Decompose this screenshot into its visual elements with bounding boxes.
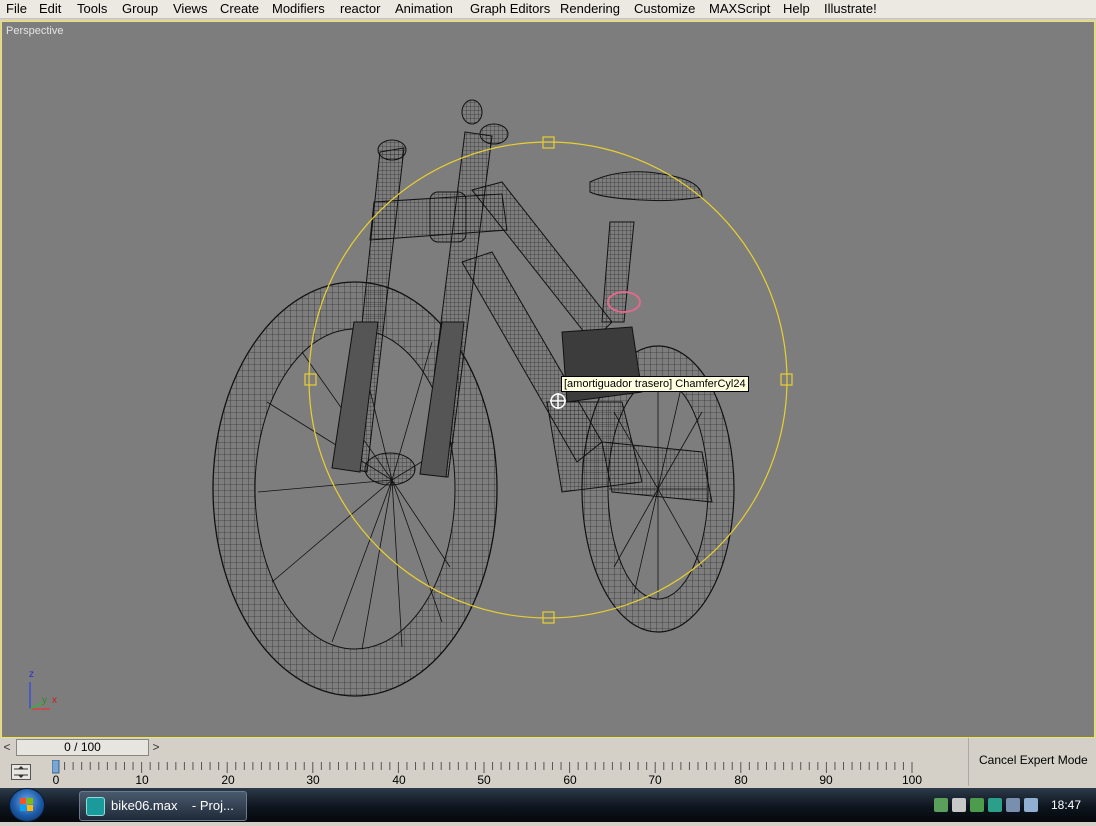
time-slider-next-button[interactable]: >	[150, 739, 162, 755]
menu-create[interactable]: Create	[220, 1, 259, 17]
time-slider-prev-button[interactable]: <	[1, 739, 13, 755]
tick-label: 10	[135, 773, 149, 787]
menu-edit[interactable]: Edit	[39, 1, 61, 17]
safely-remove-icon[interactable]	[970, 798, 984, 812]
3dsmax-app-icon	[86, 797, 105, 816]
time-slider[interactable]: < 0 / 100 >	[0, 738, 968, 757]
menu-maxscript[interactable]: MAXScript	[709, 1, 770, 17]
time-slider-thumb[interactable]: 0 / 100	[16, 739, 149, 756]
menu-file[interactable]: File	[6, 1, 27, 17]
expert-mode-panel: Cancel Expert Mode	[968, 738, 1096, 786]
app-tray-icon[interactable]	[988, 798, 1002, 812]
axis-z-label: z	[29, 669, 34, 680]
menu-tools[interactable]: Tools	[77, 1, 107, 17]
menu-customize[interactable]: Customize	[634, 1, 695, 17]
tick-label: 90	[819, 773, 833, 787]
system-tray: 18:47	[926, 791, 1096, 819]
axis-x-label: x	[52, 695, 57, 706]
volume-icon[interactable]	[952, 798, 966, 812]
tick-label: 40	[392, 773, 406, 787]
start-button[interactable]	[10, 789, 44, 821]
cancel-expert-mode-button[interactable]: Cancel Expert Mode	[979, 753, 1088, 767]
saddle[interactable]	[589, 171, 703, 202]
menu-modifiers[interactable]: Modifiers	[272, 1, 325, 17]
tick-label: 30	[306, 773, 320, 787]
taskbar-item-label: bike06.max - Proj...	[111, 798, 234, 813]
tick-label: 60	[563, 773, 577, 787]
menu-views[interactable]: Views	[173, 1, 207, 17]
menu-bar: File Edit Tools Group Views Create Modif…	[0, 0, 1096, 19]
tick-label: 20	[221, 773, 235, 787]
tick-label: 0	[52, 773, 60, 787]
tick-label: 100	[901, 773, 923, 787]
menu-animation[interactable]: Animation	[395, 1, 453, 17]
track-bar[interactable]: 0 10 20 30 40 50 60 70 80 90 100	[52, 760, 926, 787]
tick-label: 50	[477, 773, 491, 787]
object-tooltip: [amortiguador trasero] ChamferCyl24	[561, 376, 749, 392]
menu-illustrate[interactable]: Illustrate!	[824, 1, 877, 17]
taskbar-item-3dsmax[interactable]: bike06.max - Proj...	[79, 791, 247, 821]
bike-wireframe-model[interactable]	[2, 22, 1094, 737]
menu-help[interactable]: Help	[783, 1, 810, 17]
clock[interactable]: 18:47	[1051, 791, 1081, 819]
curve-editor-icon[interactable]	[11, 764, 31, 780]
windows-logo-icon	[20, 798, 33, 811]
taskbar: bike06.max - Proj... 18:47	[0, 788, 1096, 822]
axis-tripod-icon	[29, 682, 50, 710]
tick-label: 70	[648, 773, 662, 787]
axis-y-label: y	[42, 695, 47, 706]
menu-graph-editors[interactable]: Graph Editors	[470, 1, 550, 17]
messenger-icon[interactable]	[1024, 798, 1038, 812]
perspective-viewport[interactable]: Perspective z y x [amortiguador trasero]…	[1, 21, 1095, 738]
menu-reactor[interactable]: reactor	[340, 1, 380, 17]
tick-label: 80	[734, 773, 748, 787]
menu-group[interactable]: Group	[122, 1, 158, 17]
display-icon[interactable]	[1006, 798, 1020, 812]
network-icon[interactable]	[934, 798, 948, 812]
track-bar-area: 0 10 20 30 40 50 60 70 80 90 100	[0, 758, 968, 787]
menu-rendering[interactable]: Rendering	[560, 1, 620, 17]
